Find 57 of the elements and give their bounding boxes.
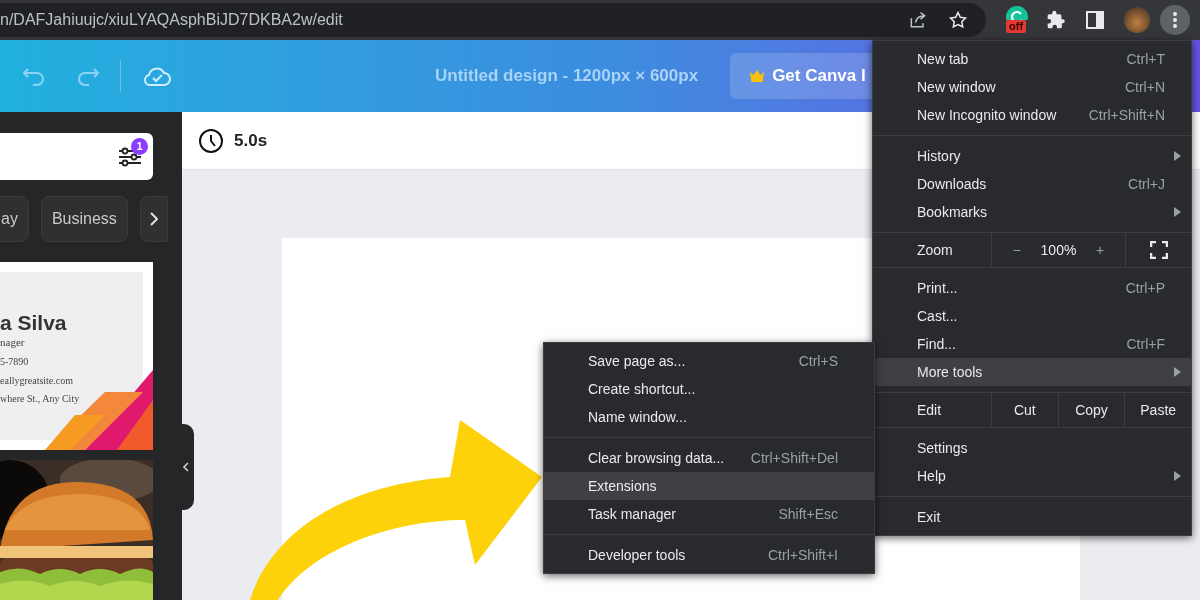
- category-chip[interactable]: Business: [40, 196, 128, 242]
- extension-button[interactable]: off: [998, 5, 1036, 35]
- menu-item[interactable]: Find... Ctrl+F: [873, 330, 1191, 358]
- menu-item[interactable]: Name window...: [544, 403, 874, 431]
- menu-item[interactable]: Create shortcut...: [544, 375, 874, 403]
- edit-action-button[interactable]: Copy: [1057, 393, 1125, 427]
- submenu-arrow-icon: [1174, 367, 1181, 377]
- menu-item[interactable]: Settings: [873, 434, 1191, 462]
- share-icon[interactable]: [908, 10, 928, 30]
- menu-item[interactable]: Task manager Shift+Esc: [544, 500, 874, 528]
- chevron-right-icon: [149, 212, 158, 226]
- menu-item[interactable]: Extensions: [544, 472, 874, 500]
- menu-item[interactable]: Help: [873, 462, 1191, 490]
- menu-button[interactable]: [1160, 5, 1190, 35]
- card-name: a Silva: [0, 310, 68, 336]
- profile-avatar[interactable]: [1124, 7, 1150, 33]
- menu-item[interactable]: New Incognito window Ctrl+Shift+N: [873, 101, 1191, 129]
- filter-count-badge: 1: [131, 138, 148, 155]
- kebab-icon: [1173, 12, 1177, 28]
- business-card-template[interactable]: a Silva nager 5-7890 eallygreatsite.com where St., Any City: [0, 262, 153, 450]
- zoom-out-button[interactable]: −: [1006, 239, 1027, 261]
- menu-item[interactable]: More tools: [873, 358, 1191, 386]
- submenu-arrow-icon: [1174, 207, 1181, 217]
- chevron-left-icon: [183, 462, 189, 472]
- menu-item[interactable]: Print... Ctrl+P: [873, 274, 1191, 302]
- star-icon[interactable]: [948, 10, 968, 30]
- cloud-check-icon[interactable]: [143, 65, 171, 87]
- menu-item[interactable]: History: [873, 142, 1191, 170]
- duration-text[interactable]: 5.0s: [234, 127, 268, 154]
- card-detail: 5-7890: [0, 356, 30, 369]
- zoom-level: 100%: [1040, 240, 1077, 260]
- category-chip[interactable]: ay: [0, 196, 29, 242]
- crown-icon: [750, 70, 765, 82]
- card-detail: where St., Any City: [0, 393, 81, 406]
- edit-action-button[interactable]: Cut: [991, 393, 1058, 427]
- menu-item[interactable]: Clear browsing data... Ctrl+Shift+Del: [544, 444, 874, 472]
- menu-item-label: Zoom: [916, 240, 954, 260]
- submenu-arrow-icon: [1174, 151, 1181, 161]
- menu-item[interactable]: Bookmarks: [873, 198, 1191, 226]
- clock-icon[interactable]: [198, 127, 224, 154]
- search-field[interactable]: 1: [0, 133, 153, 180]
- edit-action-button[interactable]: Paste: [1124, 393, 1191, 427]
- menu-item[interactable]: Developer tools Ctrl+Shift+I: [544, 541, 874, 569]
- side-panel-icon[interactable]: [1086, 11, 1104, 29]
- fullscreen-icon[interactable]: [1149, 241, 1168, 259]
- zoom-in-button[interactable]: +: [1090, 239, 1111, 261]
- menu-item[interactable]: Save page as... Ctrl+S: [544, 347, 874, 375]
- menu-item[interactable]: Exit: [873, 503, 1191, 531]
- card-detail: eallygreatsite.com: [0, 374, 75, 387]
- card-role: nager: [0, 336, 26, 350]
- extension-logo-icon: [1006, 6, 1028, 20]
- puzzle-icon[interactable]: [1046, 10, 1066, 30]
- menu-item[interactable]: Downloads Ctrl+J: [873, 170, 1191, 198]
- submenu-arrow-icon: [1174, 471, 1181, 481]
- next-chip-button[interactable]: [139, 196, 168, 242]
- menu-item[interactable]: Cast...: [873, 302, 1191, 330]
- menu-item-label: Edit: [916, 400, 943, 420]
